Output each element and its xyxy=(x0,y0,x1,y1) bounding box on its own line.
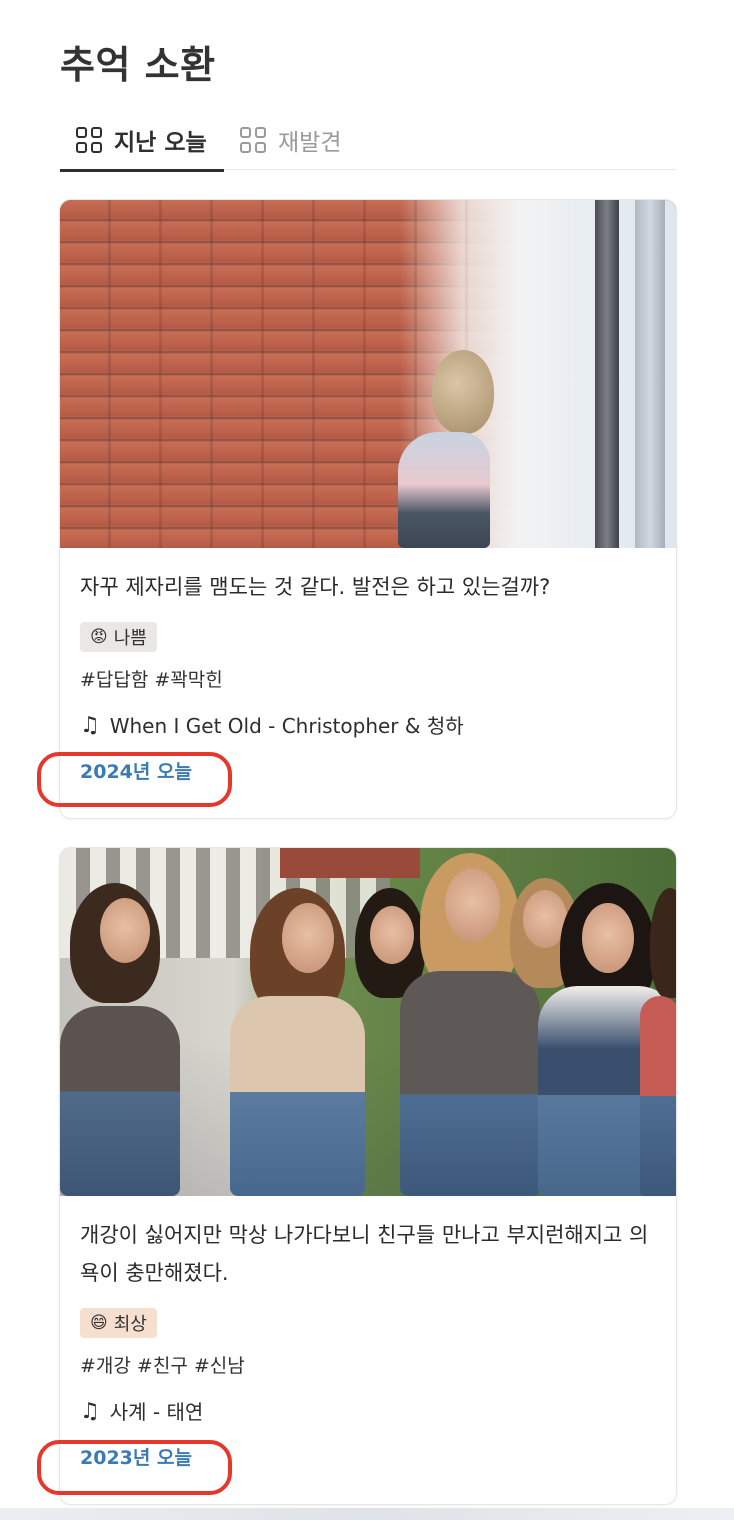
hashtags: #답답함 #꽉막힌 xyxy=(80,669,223,691)
page-title: 추억 소환 xyxy=(60,43,216,87)
date-link[interactable]: 2023년 오늘 xyxy=(80,1444,192,1472)
tab-bar: 지난 오늘 재발견 xyxy=(60,110,676,172)
memory-image xyxy=(60,848,676,1196)
music-label: When I Get Old - Christopher & 청하 xyxy=(109,714,464,738)
music-note-icon: ♫ xyxy=(80,1399,100,1424)
memory-image xyxy=(60,200,676,548)
page-bottom-edge xyxy=(0,1508,734,1520)
mood-label: 최상 xyxy=(113,1314,147,1335)
tab-label: 지난 오늘 xyxy=(114,130,207,156)
grinning-face-icon: 😄 xyxy=(90,1313,108,1333)
mood-badge: 😄 최상 xyxy=(80,1308,157,1338)
tab-rediscover[interactable]: 재발견 xyxy=(240,110,341,170)
date-link[interactable]: 2024년 오늘 xyxy=(80,758,192,786)
memory-card[interactable]: 자꾸 제자리를 맴도는 것 같다. 발전은 하고 있는걸까? 😡 나쁨 #답답함… xyxy=(59,199,677,819)
angry-face-icon: 😡 xyxy=(90,627,108,647)
tab-past-today[interactable]: 지난 오늘 xyxy=(60,110,224,172)
music-note-icon: ♫ xyxy=(80,713,100,738)
hashtags: #개강 #친구 #신남 xyxy=(80,1355,245,1377)
entry-text: 개강이 싫어지만 막상 나가다보니 친구들 만나고 부지런해지고 의욕이 충만해… xyxy=(80,1223,649,1285)
mood-label: 나쁨 xyxy=(113,628,147,649)
grid-icon xyxy=(76,127,102,153)
grid-icon xyxy=(240,127,266,153)
entry-text: 자꾸 제자리를 맴도는 것 같다. 발전은 하고 있는걸까? xyxy=(80,575,551,599)
music-row: ♫ 사계 - 태연 xyxy=(80,1398,656,1426)
memory-card[interactable]: 개강이 싫어지만 막상 나가다보니 친구들 만나고 부지런해지고 의욕이 충만해… xyxy=(59,847,677,1505)
music-row: ♫ When I Get Old - Christopher & 청하 xyxy=(80,712,656,740)
music-label: 사계 - 태연 xyxy=(109,1400,204,1424)
mood-badge: 😡 나쁨 xyxy=(80,622,157,652)
tab-label: 재발견 xyxy=(278,130,342,156)
